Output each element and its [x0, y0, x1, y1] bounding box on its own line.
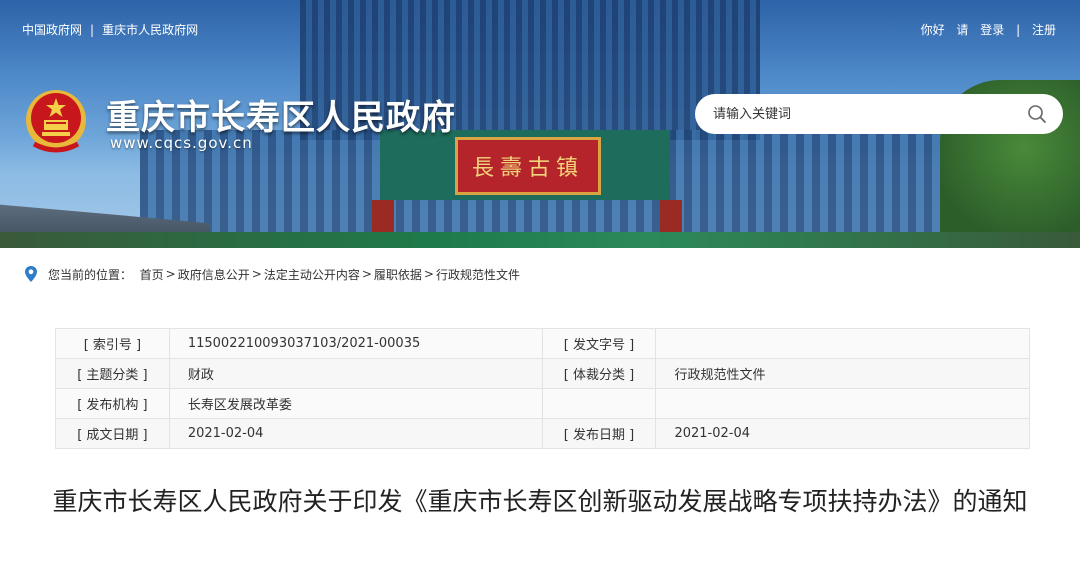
breadcrumb-prefix: 您当前的位置：	[48, 267, 133, 282]
breadcrumb-info-public[interactable]: 政府信息公开	[178, 266, 250, 283]
publisher-label: [ 发布机构 ]	[55, 388, 170, 419]
publisher-value: 长寿区发展改革委	[168, 388, 543, 419]
publish-date-value: 2021-02-04	[655, 418, 1030, 449]
search-box	[695, 94, 1063, 134]
table-row: [ 主题分类 ] 财政 [ 体裁分类 ] 行政规范性文件	[55, 358, 1030, 389]
please-text: 请	[956, 23, 969, 37]
gate-plaque: 長壽古镇	[455, 137, 601, 195]
location-pin-icon	[25, 266, 37, 282]
user-links: 你好 请 登录 | 注册	[913, 21, 1056, 38]
breadcrumb-separator: >	[165, 267, 176, 281]
topic-label: [ 主题分类 ]	[55, 358, 170, 389]
top-links-separator: |	[90, 23, 95, 37]
table-row: [ 成文日期 ] 2021-02-04 [ 发布日期 ] 2021-02-04	[55, 418, 1030, 449]
user-links-separator: |	[1016, 23, 1021, 37]
breadcrumb-home[interactable]: 首页	[140, 266, 164, 283]
breadcrumb-statutory[interactable]: 法定主动公开内容	[264, 266, 360, 283]
doc-number-label: [ 发文字号 ]	[541, 328, 657, 359]
written-date-value: 2021-02-04	[168, 418, 543, 449]
empty-value	[655, 388, 1030, 419]
greeting-text: 你好	[920, 23, 945, 37]
document-meta-table: [ 索引号 ] 115002210093037103/2021-00035 [ …	[55, 328, 1030, 449]
index-label: [ 索引号 ]	[55, 328, 170, 359]
search-input[interactable]	[711, 105, 1027, 123]
table-row: [ 索引号 ] 115002210093037103/2021-00035 [ …	[55, 328, 1030, 359]
index-value: 115002210093037103/2021-00035	[168, 328, 543, 359]
breadcrumb-normative-docs[interactable]: 行政规范性文件	[436, 266, 520, 283]
top-links: 中国政府网 | 重庆市人民政府网	[22, 21, 198, 38]
national-emblem-icon	[26, 90, 86, 153]
gov-link[interactable]: 中国政府网	[22, 23, 82, 37]
breadcrumb-separator: >	[251, 267, 262, 281]
breadcrumb-separator: >	[361, 267, 372, 281]
publish-date-label: [ 发布日期 ]	[541, 418, 657, 449]
breadcrumb-duty-basis[interactable]: 履职依据	[374, 266, 422, 283]
breadcrumb-separator: >	[423, 267, 434, 281]
login-link[interactable]: 登录	[980, 23, 1004, 37]
site-title[interactable]: 重庆市长寿区人民政府	[106, 90, 456, 139]
search-icon[interactable]	[1027, 104, 1047, 124]
city-gov-link[interactable]: 重庆市人民政府网	[102, 23, 198, 37]
empty-label	[541, 388, 657, 419]
genre-label: [ 体裁分类 ]	[541, 358, 657, 389]
written-date-label: [ 成文日期 ]	[55, 418, 170, 449]
breadcrumb: 您当前的位置： 首页 > 政府信息公开 > 法定主动公开内容 > 履职依据 > 行政规范…	[24, 265, 520, 283]
genre-value: 行政规范性文件	[655, 358, 1030, 389]
register-link[interactable]: 注册	[1032, 23, 1056, 37]
table-row: [ 发布机构 ] 长寿区发展改革委	[55, 388, 1030, 419]
document-title: 重庆市长寿区人民政府关于印发《重庆市长寿区创新驱动发展战略专项扶持办法》的通知	[52, 487, 1028, 516]
topic-value: 财政	[168, 358, 543, 389]
site-url: www.cqcs.gov.cn	[110, 134, 253, 152]
doc-number-value	[655, 328, 1030, 359]
ground-band	[0, 232, 1080, 248]
